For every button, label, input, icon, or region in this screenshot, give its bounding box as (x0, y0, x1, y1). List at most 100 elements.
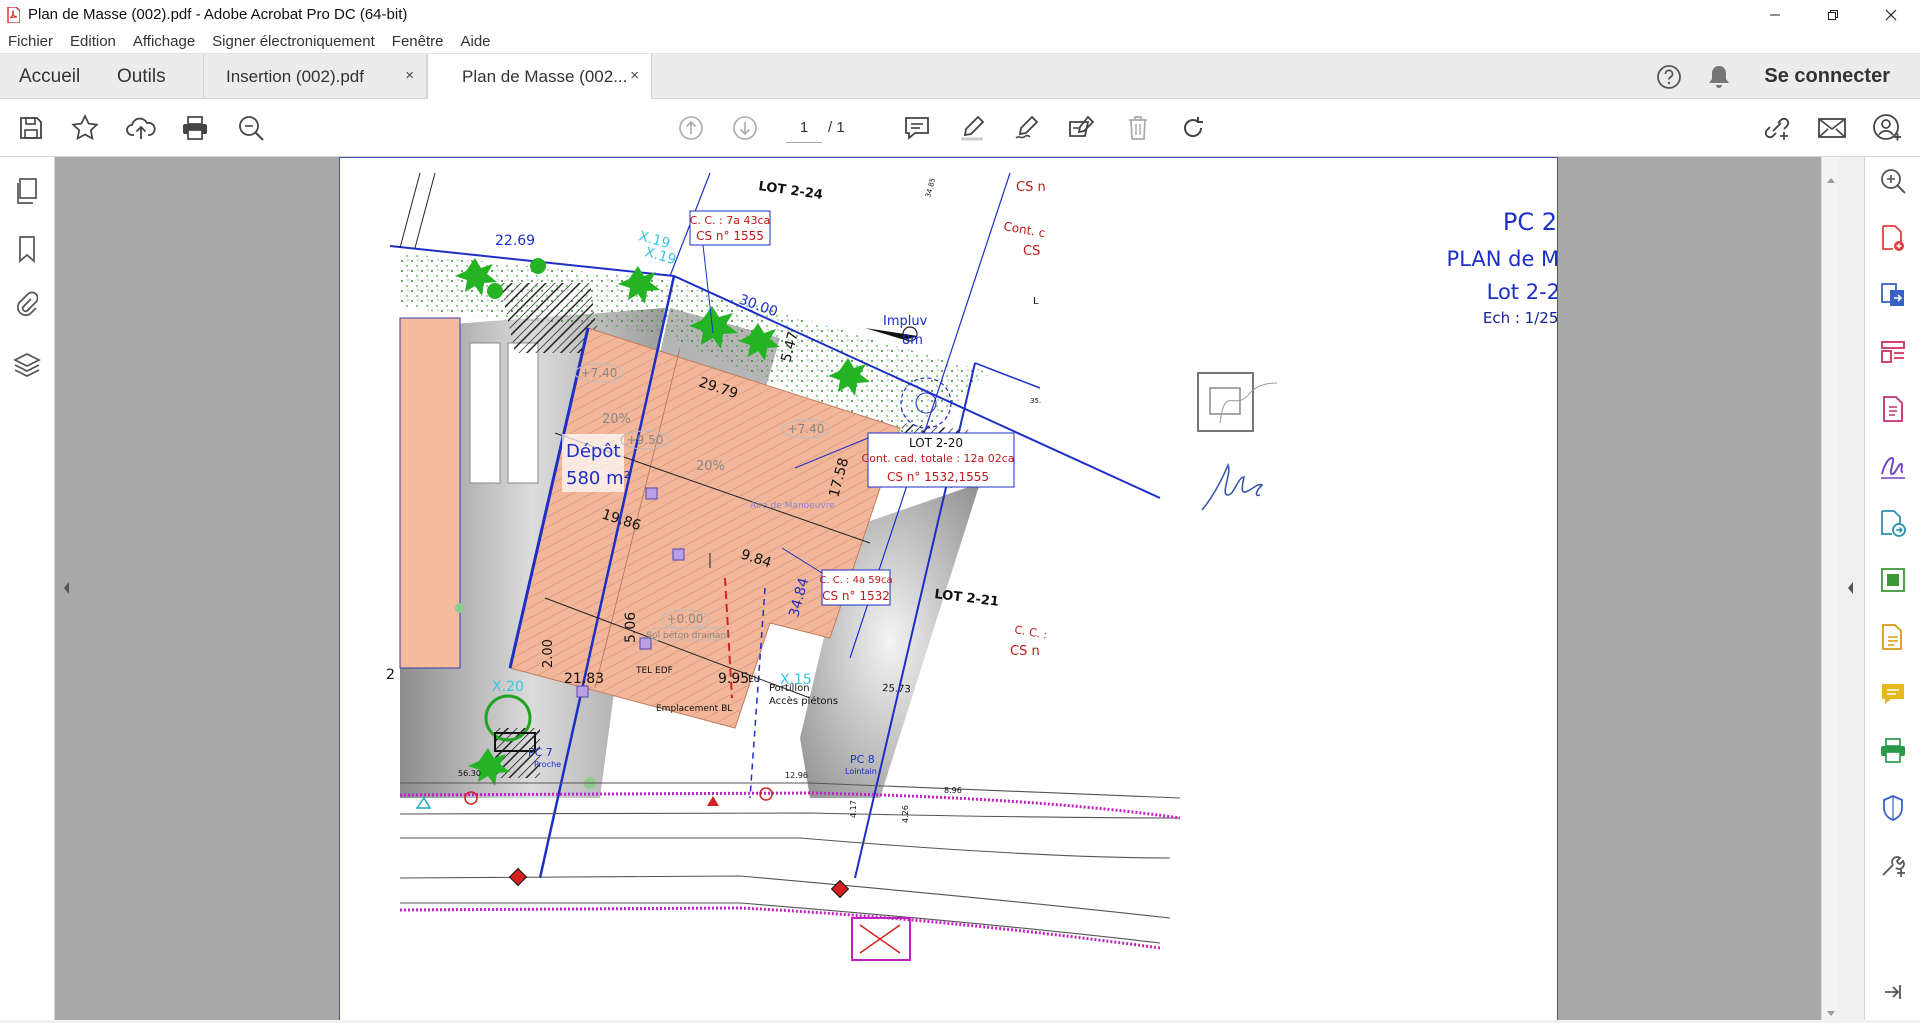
label-emplacement-bl: Emplacement BL (656, 704, 732, 714)
right-tools-panel (1864, 157, 1920, 1020)
export-pdf-icon[interactable] (1878, 280, 1908, 310)
label-x20: X.20 (492, 679, 524, 695)
previous-page-icon[interactable] (675, 112, 707, 144)
callout-lot-2-20-cs: CS n° 1532,1555 (887, 470, 989, 484)
star-bookmark-icon[interactable] (69, 112, 101, 144)
page-total: / 1 (828, 119, 845, 136)
rotate-icon[interactable] (1177, 112, 1209, 144)
label-aire-manoeuvre: Aire de Manoeuvre (750, 501, 835, 511)
print-icon[interactable] (179, 112, 211, 144)
next-page-icon[interactable] (729, 112, 761, 144)
edit-pdf-icon[interactable] (1878, 565, 1908, 595)
expand-panel-icon[interactable] (1878, 977, 1908, 1007)
menu-fenetre[interactable]: Fenêtre (392, 33, 444, 50)
zoom-search-icon[interactable] (235, 112, 267, 144)
label-cs-right-2: CS (1023, 244, 1040, 259)
title-block: PC 2 PLAN de MASSE Lot 2-20 Ech : 1/250e (1405, 208, 1558, 327)
request-files-icon[interactable] (1878, 622, 1908, 652)
label-cs-right-3: CS n (1010, 644, 1040, 659)
menu-signer[interactable]: Signer électroniquement (212, 33, 375, 50)
help-icon[interactable] (1654, 62, 1684, 92)
comment-tool-icon[interactable] (1878, 679, 1908, 709)
dim-21-83: 21.83 (564, 671, 604, 687)
collapse-left-panel-icon[interactable] (62, 578, 70, 598)
tab-document-insertion[interactable]: Insertion (002).pdf × (203, 54, 427, 99)
sign-in-button[interactable]: Se connecter (1764, 65, 1890, 88)
fill-sign-icon[interactable] (1066, 112, 1098, 144)
draw-freehand-icon[interactable] (1011, 112, 1043, 144)
menu-aide[interactable]: Aide (460, 33, 490, 50)
cloud-upload-icon[interactable] (125, 112, 157, 144)
title-pc: PC 2 (1502, 208, 1558, 236)
dim-56-30: 56.30 (458, 769, 481, 778)
menu-fichier[interactable]: Fichier (8, 33, 53, 50)
more-tools-icon[interactable] (1878, 850, 1908, 880)
create-pdf-icon[interactable] (1878, 223, 1908, 253)
tab-tools[interactable]: Outils (117, 54, 166, 99)
label-x19-b: X.19 (643, 244, 678, 268)
attachments-paperclip-icon[interactable] (12, 290, 42, 320)
highlight-pen-icon[interactable] (956, 112, 988, 144)
label-pc7: PC 7 (528, 746, 553, 759)
fill-and-sign-icon[interactable] (1878, 451, 1908, 481)
zoom-in-icon[interactable] (1878, 166, 1908, 196)
comment-icon[interactable] (901, 112, 933, 144)
page-number-input[interactable]: 1 (786, 113, 822, 143)
scroll-up-arrow-icon[interactable] (1826, 171, 1836, 189)
page-thumbnails-icon[interactable] (12, 176, 42, 206)
signature (1201, 463, 1264, 511)
menu-edition[interactable]: Edition (70, 33, 116, 50)
stamp-scribble (1219, 382, 1278, 424)
level-950: +9.50 (627, 433, 664, 447)
road-lines (399, 782, 1181, 944)
tab-document-plan-de-masse[interactable]: Plan de Masse (002... × (427, 54, 652, 100)
menu-bar: Fichier Edition Affichage Signer électro… (0, 29, 1920, 54)
parking-bay-2 (507, 342, 539, 484)
cyan-triangle-marker (415, 796, 432, 809)
label-acces-pietons: Accès piétons (769, 695, 838, 707)
restore-icon[interactable] (1804, 0, 1862, 29)
layers-icon[interactable] (12, 350, 42, 380)
organize-pages-icon[interactable] (1878, 337, 1908, 367)
vertical-scrollbar[interactable] (1821, 157, 1839, 1020)
site-plan-drawing: LOT 2-24 LOT 2-21 22.69 30.00 29.79 19.8… (386, 172, 1278, 961)
bookmarks-icon[interactable] (12, 234, 42, 264)
red-triangle-marker (707, 796, 719, 806)
trash-delete-icon[interactable] (1122, 112, 1154, 144)
share-user-icon[interactable] (1871, 112, 1903, 144)
collapse-right-panel-icon[interactable] (1846, 578, 1854, 598)
title-plan-de-masse: PLAN de MASSE (1446, 247, 1558, 271)
bin-area-cross (859, 924, 901, 954)
email-icon[interactable] (1816, 112, 1848, 144)
label-portillon: Portillon (769, 683, 810, 694)
save-icon[interactable] (15, 112, 47, 144)
dim-4-17: 4.17 (849, 800, 858, 818)
scroll-down-arrow-icon[interactable] (1826, 1005, 1836, 1023)
minimize-icon[interactable] (1746, 0, 1804, 29)
label-impluv: Impluv (883, 314, 928, 329)
label-lot-2-24: LOT 2-24 (757, 179, 823, 203)
print-production-icon[interactable] (1878, 736, 1908, 766)
window-title: Plan de Masse (002).pdf - Adobe Acrobat … (28, 6, 408, 23)
north-line-1 (399, 172, 421, 249)
notifications-bell-icon[interactable] (1704, 62, 1734, 92)
level-000: +0.00 (667, 612, 704, 626)
tab-close-icon[interactable]: × (405, 67, 414, 84)
compress-pdf-icon[interactable] (1878, 394, 1908, 424)
close-icon[interactable] (1862, 0, 1920, 29)
protect-shield-icon[interactable] (1878, 793, 1908, 823)
label-l-right: L (1033, 296, 1039, 307)
tab-close-icon[interactable]: × (630, 67, 639, 84)
label-sol-beton: Sol béton drainant (646, 630, 730, 641)
menu-affichage[interactable]: Affichage (133, 33, 195, 50)
send-for-signature-icon[interactable] (1878, 508, 1908, 538)
dim-12-96: 12.96 (785, 771, 808, 780)
tab-label: Insertion (002).pdf (226, 66, 364, 86)
label-depot-area: 580 m² (566, 468, 631, 489)
callout-lot-2-20-title: LOT 2-20 (909, 436, 963, 450)
share-link-icon[interactable] (1761, 112, 1793, 144)
dim-5-06: 5.06 (623, 612, 639, 643)
tab-home[interactable]: Accueil (19, 54, 80, 99)
label-35: 35. (1030, 397, 1041, 405)
right-edge-labels: CS n Cont. c CS L C. C. : CS n (1002, 180, 1048, 659)
